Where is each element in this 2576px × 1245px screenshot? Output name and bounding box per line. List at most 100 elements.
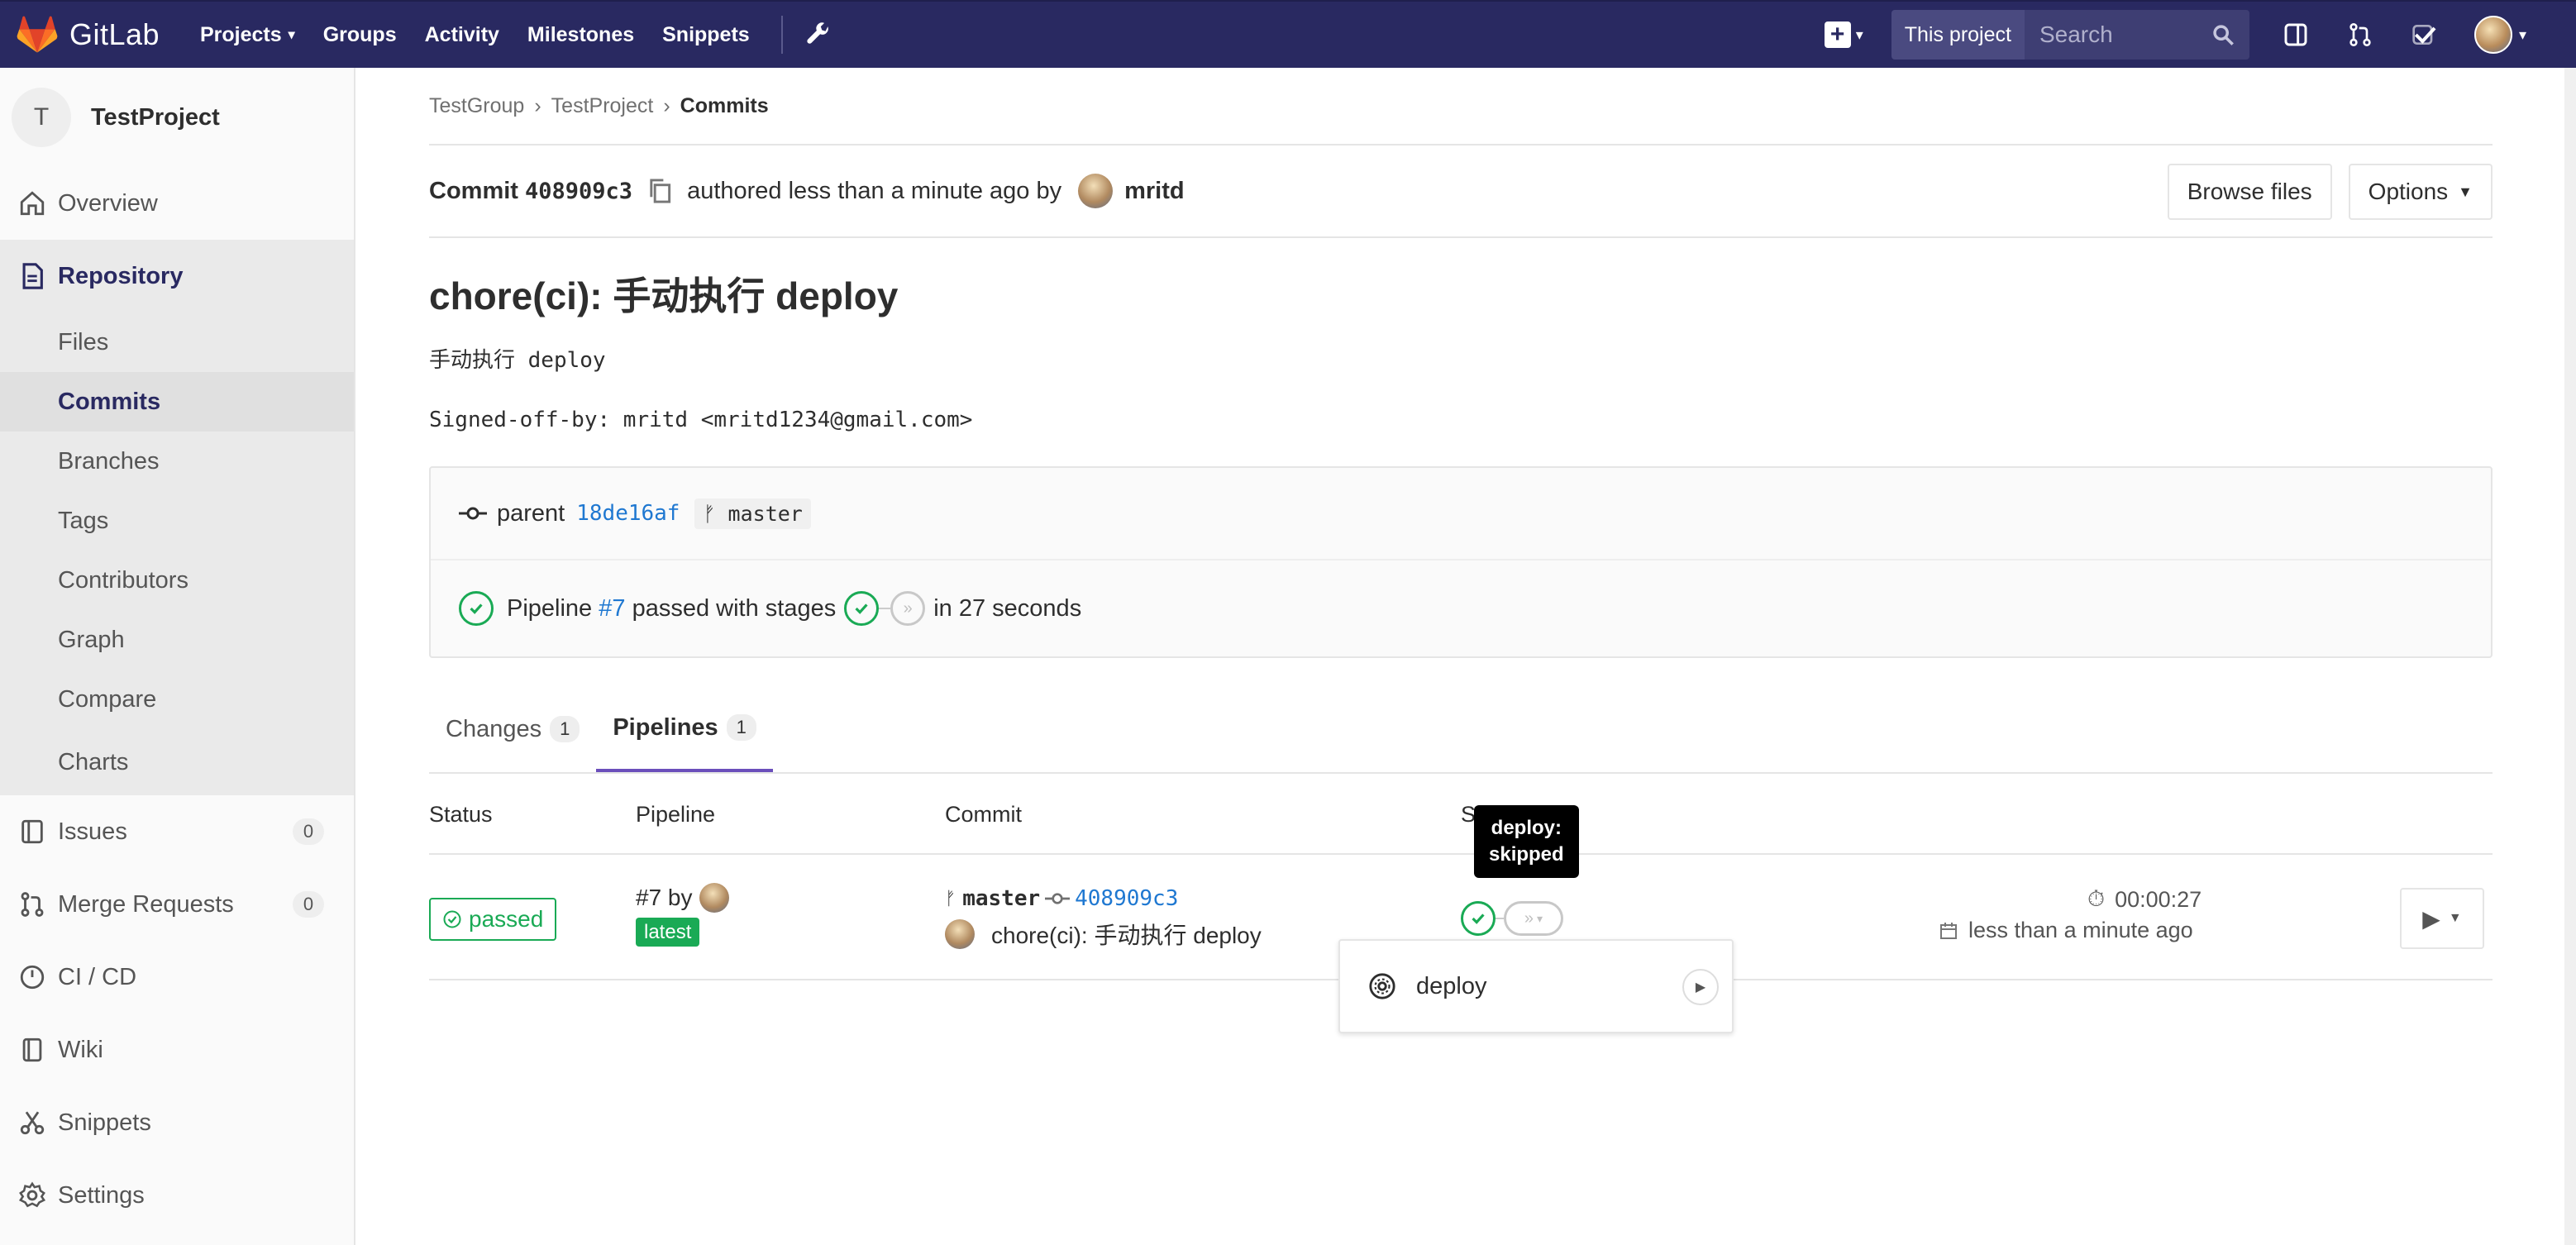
commit-message-cell: chore(ci): 手动执行 deploy — [945, 918, 1262, 951]
sidebar-item-overview[interactable]: Overview — [0, 167, 354, 240]
sidebar-subitem-compare[interactable]: Compare — [0, 670, 354, 729]
breadcrumb: TestGroup › TestProject › Commits — [429, 68, 2493, 145]
manual-actions-button[interactable]: ▶ ▼ — [2400, 888, 2484, 949]
stage-deploy-skipped-icon[interactable]: » — [890, 591, 926, 626]
sidebar-item-ci-cd[interactable]: CI / CD — [0, 941, 354, 1014]
main-content: TestGroup › TestProject › Commits Commit… — [429, 68, 2493, 1033]
tooltip-line: deploy: — [1491, 817, 1562, 839]
project-name: TestProject — [91, 103, 220, 131]
scissors-icon — [20, 1111, 45, 1135]
sidebar-subitem-charts[interactable]: Charts — [0, 729, 354, 795]
sidebar-item-snippets[interactable]: Snippets — [0, 1086, 354, 1159]
new-dropdown[interactable]: + ▾ — [1824, 21, 1863, 48]
sidebar-subitem-branches[interactable]: Branches — [0, 432, 354, 491]
play-job-button[interactable]: ▶ — [1682, 969, 1719, 1005]
sidebar-item-label: Snippets — [58, 1109, 151, 1136]
stage-connector — [1496, 918, 1504, 919]
job-name-link[interactable]: deploy — [1416, 973, 1486, 1000]
search-input[interactable]: Search — [2024, 10, 2249, 60]
pipeline-link[interactable]: #7 by — [636, 885, 693, 911]
branch-tag[interactable]: ᚠ master — [694, 498, 811, 529]
play-icon: ▶ — [2422, 905, 2440, 932]
latest-badge-wrap: latest — [636, 918, 700, 947]
copy-clipboard-icon[interactable] — [647, 178, 672, 204]
sidebar-subitem-files[interactable]: Files — [0, 312, 354, 372]
sidebar-subitem-commits[interactable]: Commits — [0, 372, 354, 432]
branch-icon: ᚠ — [703, 501, 716, 526]
book-icon — [22, 1038, 42, 1062]
caret-down-icon: ▼ — [2448, 911, 2462, 925]
todo-check-icon[interactable] — [2410, 20, 2440, 50]
sidebar-item-settings[interactable]: Settings — [0, 1159, 354, 1232]
nav-divider — [780, 16, 783, 54]
duration-line: ⏱ 00:00:27 — [1939, 886, 2418, 913]
scrollbar[interactable] — [2564, 68, 2576, 1245]
user-menu[interactable]: ▾ — [2473, 16, 2526, 54]
ref-branch-link[interactable]: master — [962, 886, 1040, 911]
sidebar-item-repository[interactable]: Repository — [0, 240, 354, 312]
options-dropdown-button[interactable]: Options ▼ — [2348, 164, 2493, 220]
sidebar-item-label: Merge Requests — [58, 890, 234, 918]
pipeline-id-link[interactable]: #7 — [599, 595, 625, 622]
rocket-gauge-icon — [20, 965, 45, 990]
nav-groups[interactable]: Groups — [323, 23, 397, 47]
gear-icon — [18, 1181, 46, 1208]
commit-author-avatar[interactable] — [945, 919, 975, 949]
parent-label: parent — [497, 499, 565, 527]
search-scope[interactable]: This project — [1891, 10, 2025, 60]
pipeline-mid-text: passed with stages — [632, 594, 837, 622]
stage-deploy-dropdown-toggle[interactable]: » ▾ — [1504, 901, 1563, 936]
nav-milestones[interactable]: Milestones — [527, 23, 634, 47]
issues-icon — [21, 819, 43, 844]
commit-message-link[interactable]: chore(ci): 手动执行 deploy — [991, 918, 1262, 951]
col-pipeline: Pipeline — [636, 802, 716, 827]
nav-projects[interactable]: Projects ▾ — [200, 23, 295, 47]
commit-sha-link[interactable]: 408909c3 — [1075, 886, 1178, 911]
issues-count-badge: 0 — [293, 818, 324, 845]
home-icon — [20, 191, 45, 216]
latest-badge: latest — [636, 918, 700, 947]
merge-request-icon[interactable] — [2345, 20, 2375, 50]
options-label: Options — [2368, 179, 2449, 204]
admin-wrench-icon[interactable] — [804, 21, 832, 49]
search-bar[interactable]: This project Search — [1891, 10, 2249, 60]
stage-test-success-icon[interactable] — [844, 591, 880, 626]
pipelines-table-header: Status Pipeline Commit Stages — [429, 774, 2493, 855]
nav-activity[interactable]: Activity — [425, 23, 499, 47]
pipeline-duration-text: in 27 seconds — [933, 594, 1082, 622]
trigger-user-avatar[interactable] — [699, 883, 729, 913]
sidebar-project-header[interactable]: T TestProject — [0, 68, 354, 167]
status-text: passed — [469, 906, 544, 932]
pipeline-prefix: Pipeline — [507, 594, 593, 622]
tab-pipelines[interactable]: Pipelines 1 — [596, 686, 773, 772]
tab-changes[interactable]: Changes 1 — [429, 686, 596, 772]
stage-test-success-icon[interactable] — [1461, 901, 1496, 936]
browse-files-button[interactable]: Browse files — [2167, 164, 2332, 220]
search-placeholder: Search — [2039, 21, 2113, 47]
pipeline-cell: #7 by — [636, 883, 729, 913]
sidebar-subitem-contributors[interactable]: Contributors — [0, 551, 354, 610]
timer-icon: ⏱ — [2087, 886, 2106, 911]
breadcrumb-project[interactable]: TestProject — [551, 94, 654, 118]
sidebar-subitem-tags[interactable]: Tags — [0, 491, 354, 551]
gitlab-logo[interactable]: GitLab — [17, 16, 174, 54]
sidebar-item-wiki[interactable]: Wiki — [0, 1014, 354, 1086]
commit-author[interactable]: mritd — [1124, 178, 1185, 205]
nav-snippets[interactable]: Snippets — [662, 23, 750, 47]
chevron-right-icon: › — [663, 93, 670, 117]
status-success-icon[interactable] — [459, 591, 494, 626]
chevron-right-icon: › — [534, 93, 541, 117]
sidebar-item-merge-requests[interactable]: Merge Requests 0 — [0, 868, 354, 941]
document-icon — [22, 263, 43, 289]
breadcrumb-current[interactable]: Commits — [680, 94, 769, 118]
sidebar-subitem-graph[interactable]: Graph — [0, 610, 354, 670]
author-avatar — [1078, 174, 1114, 208]
sidebar-toggle-icon[interactable] — [2281, 20, 2311, 50]
sidebar-item-label: Wiki — [58, 1036, 103, 1063]
parent-sha-link[interactable]: 18de16af — [576, 501, 680, 526]
user-avatar — [2473, 16, 2512, 54]
sidebar-item-issues[interactable]: Issues 0 — [0, 795, 354, 868]
breadcrumb-group[interactable]: TestGroup — [429, 94, 524, 118]
sidebar-item-label: Issues — [58, 818, 127, 845]
status-badge[interactable]: passed — [429, 898, 557, 941]
